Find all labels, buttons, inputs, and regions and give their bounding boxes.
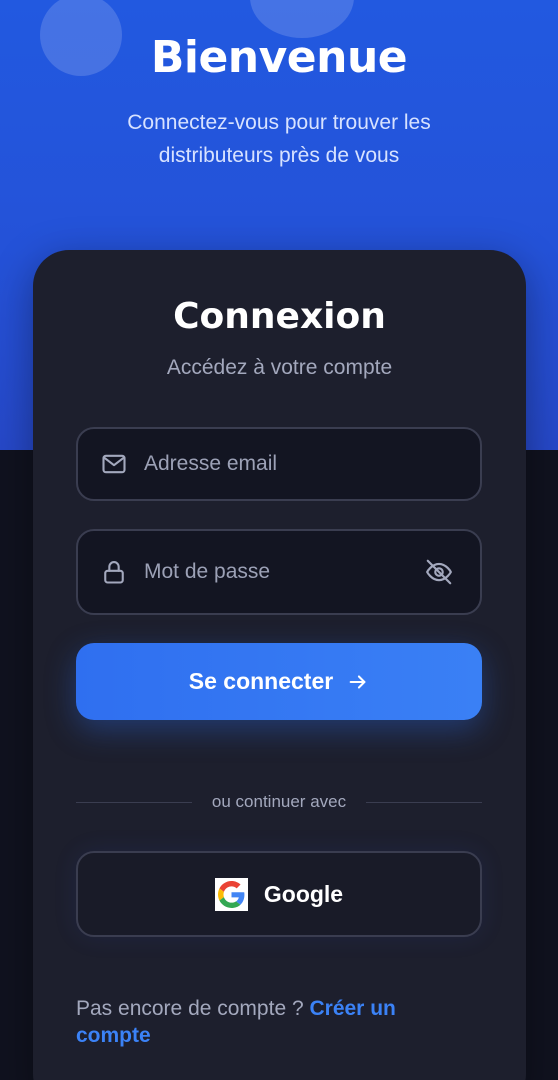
login-subtitle: Accédez à votre compte <box>166 356 393 379</box>
eye-off-icon[interactable] <box>424 557 454 587</box>
mail-icon <box>102 454 126 474</box>
password-field[interactable] <box>76 529 482 615</box>
google-button-label: Google <box>263 880 344 907</box>
arrow-right-icon <box>349 674 366 689</box>
divider-line <box>76 801 192 803</box>
login-card: Connexion Accédez à votre compte Se conn… <box>33 250 526 1080</box>
divider: ou continuer avec <box>76 790 483 814</box>
login-title: Connexion <box>173 296 386 337</box>
google-login-button[interactable]: Google <box>76 851 482 937</box>
divider-line <box>366 801 483 803</box>
lock-icon <box>104 561 124 584</box>
page-title: Bienvenue <box>150 32 408 83</box>
login-button[interactable]: Se connecter <box>76 643 482 720</box>
email-input[interactable] <box>144 429 424 499</box>
divider-text: ou continuer avec <box>211 792 347 811</box>
signup-prompt-text: Pas encore de compte ? <box>76 997 304 1020</box>
email-field[interactable] <box>76 427 482 501</box>
signup-prompt: Pas encore de compte ? Créer un compte <box>76 995 476 1049</box>
password-input[interactable] <box>144 531 424 613</box>
login-button-label: Se connecter <box>188 668 334 694</box>
page-subtitle: Connectez-vous pour trouver les distribu… <box>127 111 431 167</box>
google-icon <box>214 877 248 911</box>
